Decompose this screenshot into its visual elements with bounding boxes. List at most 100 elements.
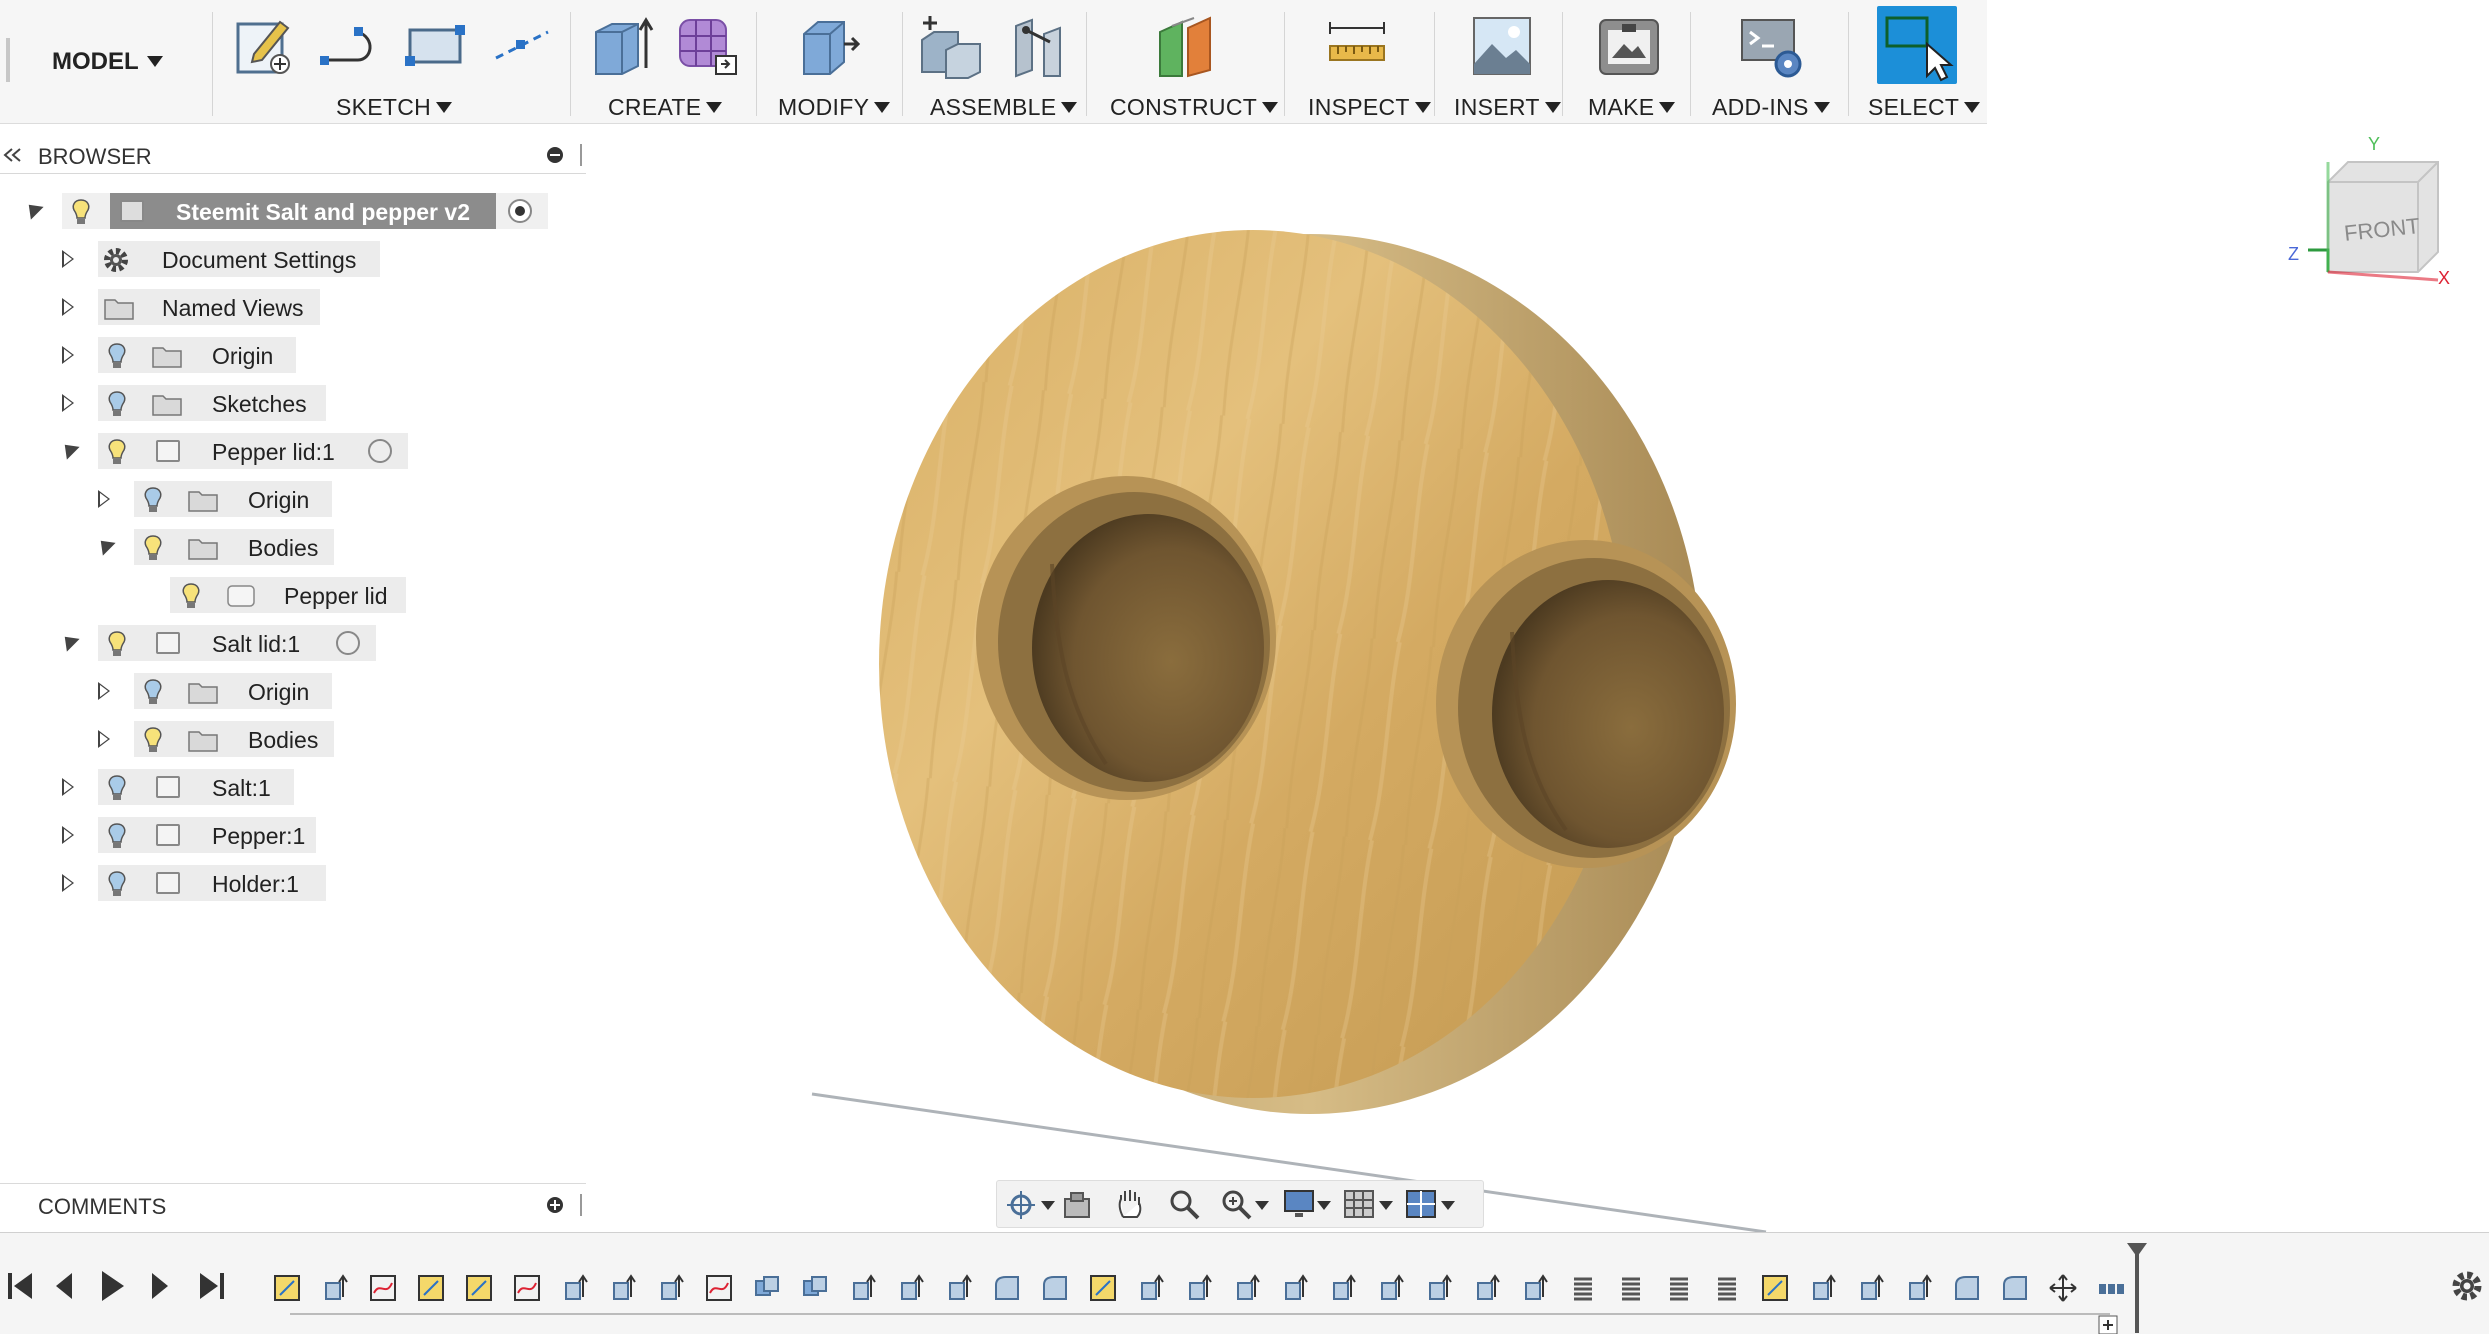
fit-zoom-icon[interactable] xyxy=(1219,1187,1253,1221)
add-icon[interactable] xyxy=(2098,1315,2118,1334)
tree-row-sketches[interactable]: Sketches xyxy=(0,385,400,421)
timeline-extrude-feature-icon[interactable] xyxy=(1520,1273,1550,1303)
collapsed-triangle-icon[interactable] xyxy=(98,730,110,748)
construct-menu[interactable]: CONSTRUCT xyxy=(1110,94,1279,121)
collapsed-triangle-icon[interactable] xyxy=(62,826,74,844)
measure-icon[interactable] xyxy=(1322,14,1392,78)
pan-hand-icon[interactable] xyxy=(1115,1187,1145,1221)
orbit-icon[interactable] xyxy=(1005,1189,1037,1221)
collapsed-triangle-icon[interactable] xyxy=(62,874,74,892)
timeline-extrude-feature-icon[interactable] xyxy=(1280,1273,1310,1303)
timeline-extrude-feature-icon[interactable] xyxy=(848,1273,878,1303)
joint-icon[interactable] xyxy=(1006,14,1072,80)
expanded-triangle-icon[interactable] xyxy=(22,198,44,220)
tree-row-salt-origin[interactable]: Origin xyxy=(0,673,400,709)
form-icon[interactable] xyxy=(674,14,740,78)
timeline-combine-feature-icon[interactable] xyxy=(752,1273,782,1303)
workspace-switcher[interactable]: MODEL xyxy=(52,48,163,76)
construction-line-icon[interactable] xyxy=(490,14,554,76)
chevron-down-icon[interactable] xyxy=(1317,1201,1331,1210)
collapsed-triangle-icon[interactable] xyxy=(62,778,74,796)
assemble-menu[interactable]: ASSEMBLE xyxy=(930,94,1078,121)
timeline-extrude-feature-icon[interactable] xyxy=(1424,1273,1454,1303)
tree-row-salt-lid-component[interactable]: Salt lid:1 xyxy=(0,625,400,661)
timeline-extrude-feature-icon[interactable] xyxy=(1136,1273,1166,1303)
inspect-menu[interactable]: INSPECT xyxy=(1308,94,1431,121)
3d-print-icon[interactable] xyxy=(1596,14,1662,80)
chevron-down-icon[interactable] xyxy=(1041,1201,1055,1210)
gear-icon[interactable] xyxy=(2450,1269,2484,1303)
line-icon[interactable] xyxy=(318,14,382,76)
timeline-extrude-feature-icon[interactable] xyxy=(1856,1273,1886,1303)
lightbulb-icon[interactable] xyxy=(142,486,164,514)
make-menu[interactable]: MAKE xyxy=(1588,94,1676,121)
lightbulb-icon[interactable] xyxy=(106,870,128,898)
go-to-start-icon[interactable] xyxy=(6,1269,34,1303)
extrude-icon[interactable] xyxy=(590,14,654,78)
chevron-down-icon[interactable] xyxy=(1379,1201,1393,1210)
collapsed-triangle-icon[interactable] xyxy=(62,346,74,364)
tree-row-document-settings[interactable]: Document Settings xyxy=(0,241,400,277)
timeline-thread-feature-icon[interactable] xyxy=(1568,1273,1598,1303)
lightbulb-icon[interactable] xyxy=(70,198,92,226)
lightbulb-icon[interactable] xyxy=(106,774,128,802)
tree-row-pepper-bodies[interactable]: Bodies xyxy=(0,529,400,565)
play-icon[interactable] xyxy=(96,1267,128,1305)
timeline-sketch2-feature-icon[interactable] xyxy=(368,1273,398,1303)
timeline-sketch-feature-icon[interactable] xyxy=(416,1273,446,1303)
activate-radio-icon[interactable] xyxy=(508,199,532,223)
lightbulb-icon[interactable] xyxy=(142,534,164,562)
expanded-triangle-icon[interactable] xyxy=(58,630,80,652)
timeline-sketch-feature-icon[interactable] xyxy=(1760,1273,1790,1303)
lightbulb-icon[interactable] xyxy=(106,822,128,850)
timeline-thread-feature-icon[interactable] xyxy=(1664,1273,1694,1303)
addins-menu[interactable]: ADD-INS xyxy=(1712,94,1830,121)
press-pull-icon[interactable] xyxy=(796,14,860,78)
collapsed-triangle-icon[interactable] xyxy=(62,250,74,268)
grid-settings-icon[interactable] xyxy=(1343,1189,1377,1221)
lightbulb-icon[interactable] xyxy=(106,390,128,418)
create-sketch-icon[interactable] xyxy=(234,14,294,76)
timeline-extrude-feature-icon[interactable] xyxy=(944,1273,974,1303)
collapse-panel-icon[interactable] xyxy=(2,148,22,162)
timeline-sketch-feature-icon[interactable] xyxy=(272,1273,302,1303)
timeline-move-feature-icon[interactable] xyxy=(2048,1273,2078,1303)
timeline-thread-feature-icon[interactable] xyxy=(1616,1273,1646,1303)
timeline-sketch-feature-icon[interactable] xyxy=(464,1273,494,1303)
timeline-fillet-feature-icon[interactable] xyxy=(2000,1273,2030,1303)
panel-resize-handle[interactable] xyxy=(580,144,582,166)
offset-plane-icon[interactable] xyxy=(1152,14,1222,78)
timeline-fillet-feature-icon[interactable] xyxy=(1952,1273,1982,1303)
collapsed-triangle-icon[interactable] xyxy=(62,394,74,412)
create-menu[interactable]: CREATE xyxy=(608,94,723,121)
timeline-sketch2-feature-icon[interactable] xyxy=(704,1273,734,1303)
select-active-highlight[interactable] xyxy=(1877,6,1957,84)
timeline-extrude-feature-icon[interactable] xyxy=(656,1273,686,1303)
timeline-extrude-feature-icon[interactable] xyxy=(1472,1273,1502,1303)
tree-row-pepper-lid-body[interactable]: Pepper lid xyxy=(0,577,420,613)
lightbulb-icon[interactable] xyxy=(106,342,128,370)
add-comment-icon[interactable] xyxy=(546,1196,564,1214)
expanded-triangle-icon[interactable] xyxy=(94,534,116,556)
minimize-panel-icon[interactable] xyxy=(546,146,564,164)
look-at-icon[interactable] xyxy=(1063,1191,1093,1219)
timeline-fillet-feature-icon[interactable] xyxy=(1040,1273,1070,1303)
tree-row-salt[interactable]: Salt:1 xyxy=(0,769,400,805)
modify-menu[interactable]: MODIFY xyxy=(778,94,891,121)
step-forward-icon[interactable] xyxy=(146,1269,174,1303)
tree-row-origin[interactable]: Origin xyxy=(0,337,400,373)
scripts-addins-icon[interactable] xyxy=(1738,14,1808,80)
lightbulb-icon[interactable] xyxy=(142,678,164,706)
insert-image-icon[interactable] xyxy=(1470,14,1536,80)
collapsed-triangle-icon[interactable] xyxy=(98,682,110,700)
display-settings-icon[interactable] xyxy=(1283,1189,1317,1221)
tree-row-salt-bodies[interactable]: Bodies xyxy=(0,721,400,757)
sketch-menu[interactable]: SKETCH xyxy=(336,94,453,121)
timeline-extrude-feature-icon[interactable] xyxy=(1184,1273,1214,1303)
timeline-marker-head[interactable] xyxy=(2127,1243,2147,1257)
timeline-extrude-feature-icon[interactable] xyxy=(896,1273,926,1303)
3d-viewport[interactable]: FRONT Y Z X xyxy=(586,124,2489,1234)
activate-radio-icon[interactable] xyxy=(336,631,360,655)
go-to-end-icon[interactable] xyxy=(196,1269,226,1303)
lightbulb-icon[interactable] xyxy=(106,438,128,466)
